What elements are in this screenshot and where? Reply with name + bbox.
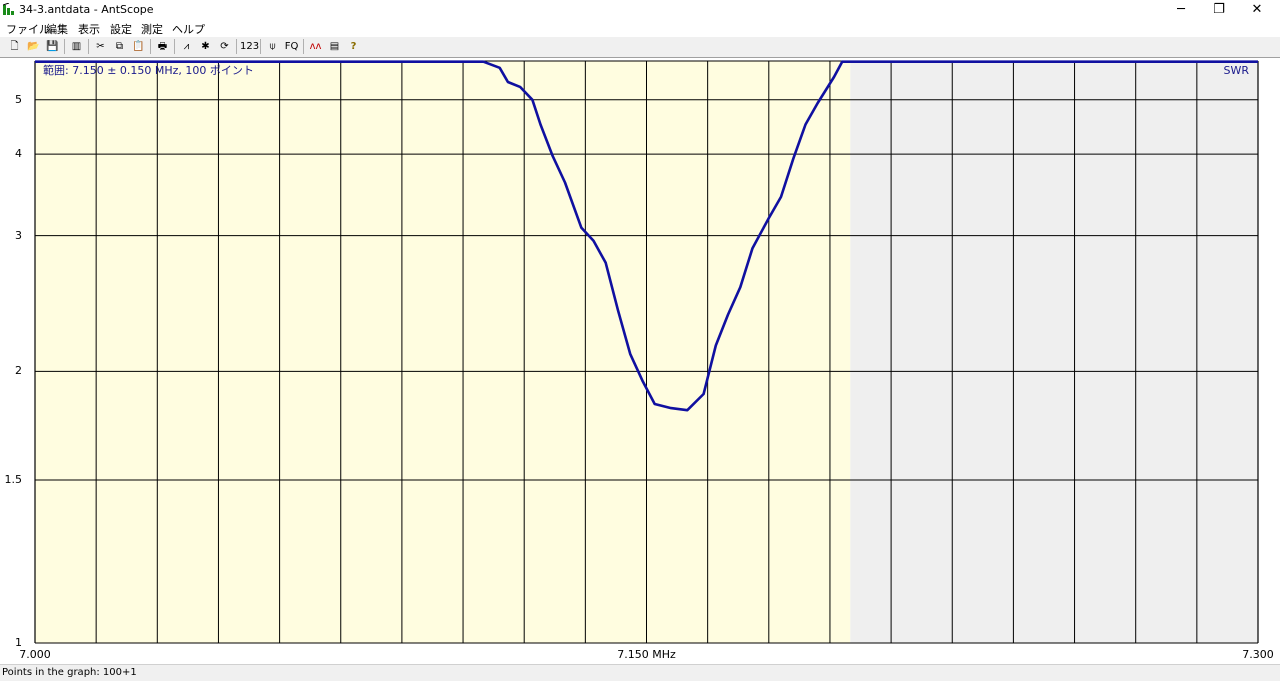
app-icon [3, 3, 14, 15]
fq-icon[interactable]: FQ [283, 38, 300, 55]
cut-icon[interactable]: ✂ [92, 38, 109, 55]
paste-icon[interactable]: 📋 [130, 38, 147, 55]
toolbar-separator [88, 39, 89, 54]
help-icon[interactable]: ? [345, 38, 362, 55]
menu-edit[interactable]: 編集 [45, 21, 69, 37]
range-label: 範囲: 7.150 ± 0.150 MHz, 100 ポイント [43, 63, 254, 77]
menu-bar: ファイル 編集 表示 設定 測定 ヘルプ [0, 20, 1280, 37]
autoscale-icon[interactable]: ✱ [197, 38, 214, 55]
toolbar-separator [236, 39, 237, 54]
refresh-icon[interactable]: ⟳ [216, 38, 233, 55]
status-bar: Points in the graph: 100+1 [0, 664, 1280, 681]
antenna-icon[interactable]: ⍦ [264, 38, 281, 55]
toolbar-separator [260, 39, 261, 54]
swr-chart[interactable]: 範囲: 7.150 ± 0.150 MHz, 100 ポイント SWR [0, 58, 1280, 664]
toolbar-separator [303, 39, 304, 54]
y-tick-label: 4 [15, 147, 22, 161]
y-tick-label: 1.5 [4, 473, 23, 487]
numbers-icon[interactable]: 123 [240, 38, 259, 55]
grid-lines [34, 60, 1259, 644]
sweep-icon[interactable]: ᴧᴧ [307, 38, 324, 55]
menu-measure[interactable]: 測定 [140, 21, 164, 37]
x-tick-label: 7.150 MHz [617, 648, 676, 661]
save-icon[interactable]: 💾 [44, 38, 61, 55]
toolbar-separator [64, 39, 65, 54]
y-tick-label: 2 [15, 364, 22, 378]
marker-icon[interactable]: ▥ [68, 38, 85, 55]
x-tick-label: 7.000 [19, 648, 51, 661]
copy-icon[interactable]: ⧉ [111, 38, 128, 55]
toolbar: 🗋 📂 💾 ▥ ✂ ⧉ 📋 🖶 ⩘ ✱ ⟳ 123 ⍦ FQ ᴧᴧ ▤? [0, 37, 1280, 58]
restore-button[interactable]: ❐ [1201, 0, 1237, 20]
menu-settings[interactable]: 設定 [109, 21, 133, 37]
window-title: 34-3.antdata - AntScope [19, 3, 154, 16]
close-button[interactable]: ✕ [1239, 0, 1275, 20]
y-tick-label: 3 [15, 228, 22, 242]
status-text: Points in the graph: 100+1 [2, 667, 137, 678]
y-tick-label: 5 [15, 92, 22, 106]
open-icon[interactable]: 📂 [25, 38, 42, 55]
menu-help[interactable]: ヘルプ [171, 21, 206, 37]
toolbar-separator [150, 39, 151, 54]
menu-view[interactable]: 表示 [77, 21, 101, 37]
swr-label: SWR [1223, 64, 1249, 77]
x-tick-label: 7.300 [1242, 648, 1274, 661]
cursor-icon[interactable]: ⩘ [178, 38, 195, 55]
title-bar: 34-3.antdata - AntScope ─ ❐ ✕ [0, 0, 1280, 20]
minimize-button[interactable]: ─ [1163, 0, 1199, 20]
print-icon[interactable]: 🖶 [154, 38, 171, 55]
new-icon[interactable]: 🗋 [6, 38, 23, 55]
toolbar-separator [174, 39, 175, 54]
folder-icon[interactable]: ▤ [326, 38, 343, 55]
graph-area[interactable]: 範囲: 7.150 ± 0.150 MHz, 100 ポイント SWR 1 1.5… [0, 58, 1280, 664]
